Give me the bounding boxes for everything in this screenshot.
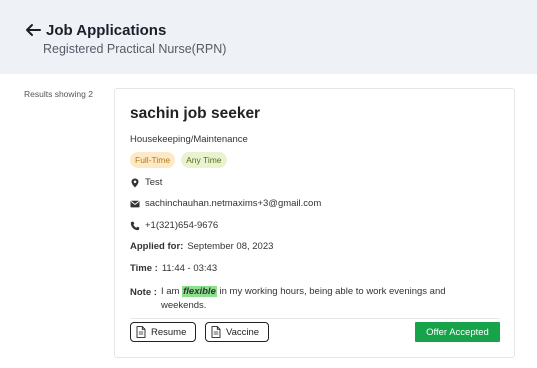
envelope-icon [130, 200, 140, 207]
applied-for-row: Applied for: September 08, 2023 [130, 241, 273, 252]
applied-for-value: September 08, 2023 [187, 241, 274, 252]
vaccine-button-label: Vaccine [226, 326, 260, 338]
phone-row: +1(321)654-9676 [130, 220, 218, 231]
location-row: Test [130, 177, 162, 188]
job-category: Housekeeping/Maintenance [130, 134, 248, 145]
resume-button-label: Resume [151, 326, 187, 338]
map-marker-icon [131, 178, 139, 187]
document-icon [136, 326, 146, 338]
document-icon [211, 326, 221, 338]
card-divider [130, 318, 500, 319]
page-title: Job Applications [46, 21, 167, 39]
vaccine-button[interactable]: Vaccine [205, 322, 269, 342]
time-value: 11:44 - 03:43 [161, 263, 218, 274]
results-count: Results showing 2 [24, 89, 93, 99]
time-label: Time : [130, 263, 158, 274]
status-badge: Offer Accepted [415, 322, 500, 342]
note-text: I am flexible in my working hours, being… [161, 285, 481, 313]
applicant-name: sachin job seeker [130, 105, 261, 122]
badge-any-time: Any Time [181, 152, 227, 168]
page-header: Job Applications Registered Practical Nu… [0, 0, 537, 74]
email-text[interactable]: sachinchauhan.netmaxims+3@gmail.com [145, 198, 321, 209]
badge-full-time: Full-Time [130, 152, 176, 168]
note-highlight: flexible [182, 286, 217, 297]
time-row: Time :11:44 - 03:43 [130, 263, 217, 274]
note-label: Note : [130, 287, 157, 298]
page-subtitle: Registered Practical Nurse(RPN) [43, 42, 227, 56]
back-row: Job Applications [24, 21, 166, 39]
phone-icon [130, 221, 140, 230]
badge-list: Full-Time Any Time [130, 152, 227, 168]
phone-text[interactable]: +1(321)654-9676 [145, 220, 218, 231]
note-prefix: I am [161, 286, 183, 297]
applicant-card: sachin job seeker Housekeeping/Maintenan… [114, 88, 515, 358]
email-row: sachinchauhan.netmaxims+3@gmail.com [130, 198, 321, 209]
resume-button[interactable]: Resume [130, 322, 196, 342]
location-text: Test [145, 177, 163, 188]
back-arrow-icon[interactable] [24, 21, 42, 39]
applied-for-label: Applied for: [130, 241, 184, 252]
